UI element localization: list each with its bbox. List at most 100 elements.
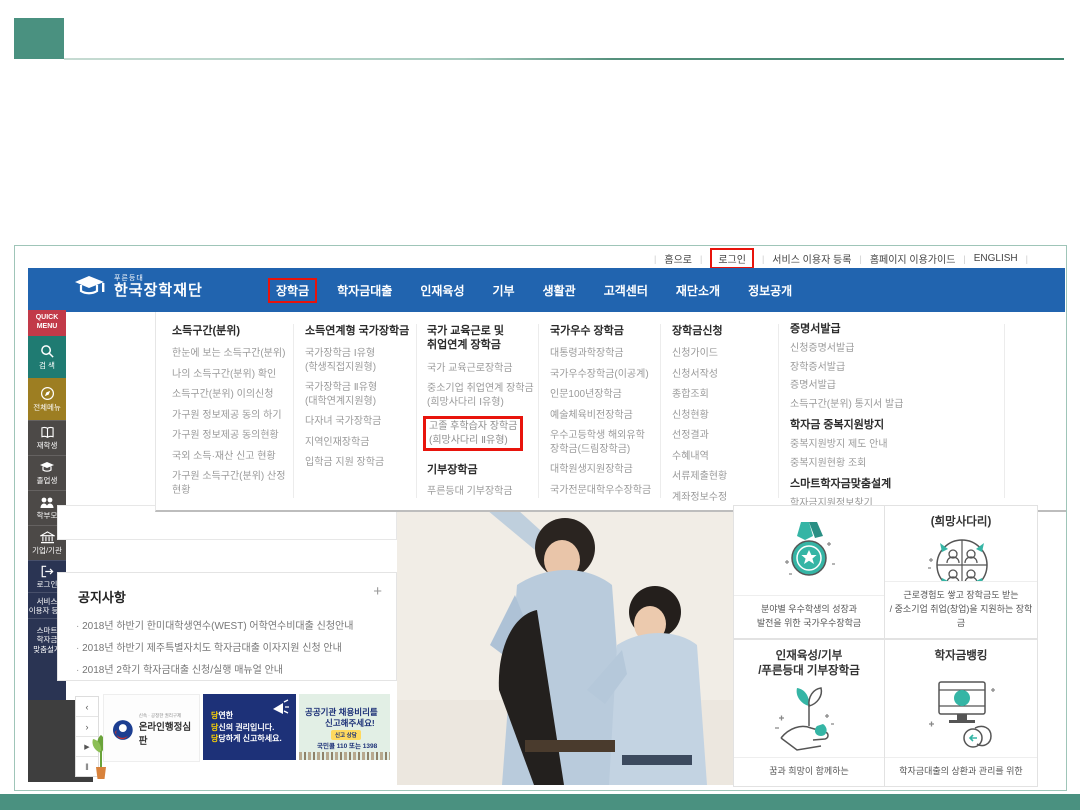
utility-link-home[interactable]: 홈으로 bbox=[664, 251, 692, 266]
site-logo[interactable]: 푸른등대 한국장학재단 bbox=[74, 274, 203, 300]
utility-link-login[interactable]: 로그인 bbox=[710, 248, 754, 269]
megamenu-item[interactable]: 국가전문대학우수장학금 bbox=[550, 484, 664, 498]
megamenu-item[interactable]: 가구원 소득구간(분위) 산정 현황 bbox=[172, 470, 286, 497]
megamenu-item[interactable]: 한눈에 보는 소득구간(분위) bbox=[172, 347, 286, 361]
nav-item-talent[interactable]: 인재육성 bbox=[406, 278, 478, 303]
megamenu-item[interactable]: 국가 교육근로장학금 bbox=[427, 362, 541, 376]
megamenu-header-income-linked[interactable]: 소득연계형 국가장학금 bbox=[305, 324, 419, 338]
megamenu-item[interactable]: 신청증명서발급 bbox=[790, 342, 904, 356]
megamenu-item[interactable]: 선정결과 bbox=[672, 429, 786, 443]
megamenu-item[interactable]: 지역인재장학금 bbox=[305, 436, 419, 450]
megamenu-item[interactable]: 국가장학금 Ⅱ유형 (대학연계지원형) bbox=[305, 381, 419, 408]
login-icon bbox=[40, 565, 54, 578]
megamenu-header-excellence[interactable]: 국가우수 장학금 bbox=[550, 324, 664, 338]
promo-card-hope-ladder[interactable]: (희망사다리) 근로경험도 쌓고 장학금도 받는 / 중소기업 취업(창업)을 … bbox=[884, 505, 1038, 639]
megamenu-item[interactable]: 대통령과학장학금 bbox=[550, 347, 664, 361]
nav-item-dormitory[interactable]: 생활관 bbox=[529, 278, 590, 303]
banner-report-rights[interactable]: 당연한 당신의 권리입니다. 당당하게 신고하세요. bbox=[203, 694, 296, 760]
megamenu-item[interactable]: 신청가이드 bbox=[672, 347, 786, 361]
megamenu-item[interactable]: 국외 소득·재산 신고 현황 bbox=[172, 450, 286, 464]
megamenu-col-application: 장학금신청 신청가이드 신청서작성 종합조회 신청현황 선정결과 수혜내역 서류… bbox=[672, 324, 786, 511]
government-logo-icon bbox=[112, 719, 134, 741]
nav-item-scholarship[interactable]: 장학금 bbox=[268, 278, 317, 303]
megamenu-item[interactable]: 계좌정보수정 bbox=[672, 491, 786, 505]
logo-main-text: 한국장학재단 bbox=[114, 283, 203, 300]
banner3-chip: 신고 상담 bbox=[331, 730, 361, 740]
megamenu-item[interactable]: 종합조회 bbox=[672, 388, 786, 402]
megamenu-item[interactable]: 입학금 지원 장학금 bbox=[305, 456, 419, 470]
megamenu-item[interactable]: 서류제출현황 bbox=[672, 470, 786, 484]
promo-card-caption: 근로경험도 쌓고 장학금도 받는 / 중소기업 취업(창업)을 지원하는 장학금 bbox=[885, 581, 1037, 638]
nav-item-donation[interactable]: 기부 bbox=[479, 278, 529, 303]
utility-link-register[interactable]: 서비스 이용자 등록 bbox=[772, 251, 851, 266]
slide-accent-square bbox=[14, 18, 64, 59]
promo-card-caption: 꿈과 희망이 함께하는 bbox=[734, 757, 884, 786]
promo-card-talent-donation[interactable]: 인재육성/기부 /푸른등대 기부장학금 꿈과 희망이 함께하는 bbox=[733, 639, 885, 787]
medal-icon bbox=[777, 520, 841, 592]
notice-item[interactable]: 2018년 2학기 학자금대출 신청/실행 매뉴얼 안내 bbox=[76, 661, 386, 676]
banner3-line2: 신고해주세요! bbox=[325, 717, 375, 729]
megamenu-header-work-study[interactable]: 국가 교육근로 및 취업연계 장학금 bbox=[427, 324, 541, 353]
megamenu-item[interactable]: 가구원 정보제공 동의현황 bbox=[172, 429, 286, 443]
megamenu-item[interactable]: 중소기업 취업연계 장학금 (희망사다리 Ⅰ유형) bbox=[427, 382, 541, 409]
quickmenu-search[interactable]: 검 색 bbox=[28, 336, 66, 378]
megamenu-item[interactable]: 예술체육비전장학금 bbox=[550, 409, 664, 423]
megamenu-item[interactable]: 중복지원방지 제도 안내 bbox=[790, 438, 904, 452]
quickmenu-all-menu[interactable]: 전체메뉴 bbox=[28, 378, 66, 420]
quickmenu-graduate[interactable]: 졸업생 bbox=[28, 455, 66, 491]
separator: | bbox=[700, 254, 702, 264]
megamenu-subheader-smart-plan[interactable]: 스마트학자금맞춤설계 bbox=[790, 475, 904, 491]
utility-link-english[interactable]: ENGLISH bbox=[974, 253, 1018, 264]
utility-link-guide[interactable]: 홈페이지 이용가이드 bbox=[870, 251, 956, 266]
graduation-cap-icon bbox=[39, 461, 55, 474]
nav-item-loan[interactable]: 학자금대출 bbox=[323, 278, 406, 303]
megamenu-item[interactable]: 수혜내역 bbox=[672, 450, 786, 464]
carousel-prev-button[interactable]: ‹ bbox=[76, 697, 98, 717]
megamenu-item[interactable]: 장학증서발급 bbox=[790, 361, 904, 375]
quickmenu-header: QUICK MENU bbox=[28, 310, 66, 336]
megamenu-item[interactable]: 중복지원현황 조회 bbox=[790, 457, 904, 471]
notice-item[interactable]: 2018년 하반기 제주특별자치도 학자금대출 이자지원 신청 안내 bbox=[76, 639, 386, 654]
banner2-line: 당하게 신고하세요. bbox=[218, 734, 281, 743]
nav-item-service-center[interactable]: 고객센터 bbox=[590, 278, 662, 303]
megamenu-item[interactable]: 인문100년장학금 bbox=[550, 388, 664, 402]
megamenu-item[interactable]: 국가장학금 Ⅰ유형 (학생직접지원형) bbox=[305, 347, 419, 374]
megamenu-item[interactable]: 다자녀 국가장학금 bbox=[305, 415, 419, 429]
megamenu-item[interactable]: 푸른등대 기부장학금 bbox=[427, 485, 541, 499]
megamenu-item[interactable]: 대학원생지원장학금 bbox=[550, 463, 664, 477]
megamenu-header-certificates[interactable]: 증명서발급 bbox=[790, 322, 904, 336]
notice-title: 공지사항 bbox=[78, 587, 126, 606]
megamenu-item[interactable]: 증명서발급 bbox=[790, 379, 904, 393]
promo-card-banking[interactable]: 학자금뱅킹 학자금대출의 상환과 관리를 위한 bbox=[884, 639, 1038, 787]
book-icon bbox=[40, 426, 55, 439]
nav-item-about[interactable]: 재단소개 bbox=[662, 278, 734, 303]
megamenu-subheader-duplicate-prevention[interactable]: 학자금 중복지원방지 bbox=[790, 416, 904, 432]
megamenu-item[interactable]: 국가우수장학금(이공계) bbox=[550, 368, 664, 382]
megamenu-item-highlighted-hope-ladder2[interactable]: 고졸 후학습자 장학금 (희망사다리 Ⅱ유형) bbox=[423, 416, 523, 451]
utility-bar: | 홈으로 | 로그인 | 서비스 이용자 등록 | 홈페이지 이용가이드 | … bbox=[646, 251, 1036, 266]
megamenu-item[interactable]: 신청서작성 bbox=[672, 368, 786, 382]
megamenu-item[interactable]: 소득구간(분위) 통지서 발급 bbox=[790, 398, 904, 412]
megamenu-col-work-study: 국가 교육근로 및 취업연계 장학금 국가 교육근로장학금 중소기업 취업연계 … bbox=[427, 324, 541, 506]
megamenu-item[interactable]: 나의 소득구간(분위) 확인 bbox=[172, 368, 286, 382]
megamenu-item[interactable]: 소득구간(분위) 이의신청 bbox=[172, 388, 286, 402]
megamenu-subheader-donation[interactable]: 기부장학금 bbox=[427, 461, 541, 477]
quickmenu-search-label: 검 색 bbox=[39, 361, 55, 370]
sprout-hand-icon bbox=[769, 684, 849, 756]
nav-item-disclosure[interactable]: 정보공개 bbox=[734, 278, 806, 303]
notice-more-button[interactable]: + bbox=[373, 583, 382, 600]
megamenu-col-income-bracket: 소득구간(분위) 한눈에 보는 소득구간(분위) 나의 소득구간(분위) 확인 … bbox=[172, 324, 286, 504]
banner3-skyline-graphic bbox=[299, 752, 390, 760]
promo-card-national-excellence[interactable]: 분야별 우수학생의 성장과 발전을 위한 국가우수장학금 bbox=[733, 505, 885, 639]
banner-online-admin-appeal[interactable]: 신속 · 공정한 권리구제 온라인행정심판 bbox=[103, 694, 200, 762]
megamenu-header-income[interactable]: 소득구간(분위) bbox=[172, 324, 286, 338]
quickmenu-student[interactable]: 재학생 bbox=[28, 420, 66, 456]
megamenu-header-application[interactable]: 장학금신청 bbox=[672, 324, 786, 338]
separator: | bbox=[762, 254, 764, 264]
megamenu-item[interactable]: 우수고등학생 해외유학 장학금(드림장학금) bbox=[550, 429, 664, 456]
banner-hiring-corruption-report[interactable]: 공공기관 채용비리를 신고해주세요! 신고 상담 국민콜 110 또는 1398 bbox=[299, 694, 390, 760]
megamenu-item[interactable]: 신청현황 bbox=[672, 409, 786, 423]
notice-item[interactable]: 2018년 하반기 한미대학생연수(WEST) 어학연수비대출 신청안내 bbox=[76, 617, 386, 632]
quickmenu-student-label: 재학생 bbox=[37, 441, 58, 450]
megamenu-item[interactable]: 가구원 정보제공 동의 하기 bbox=[172, 409, 286, 423]
